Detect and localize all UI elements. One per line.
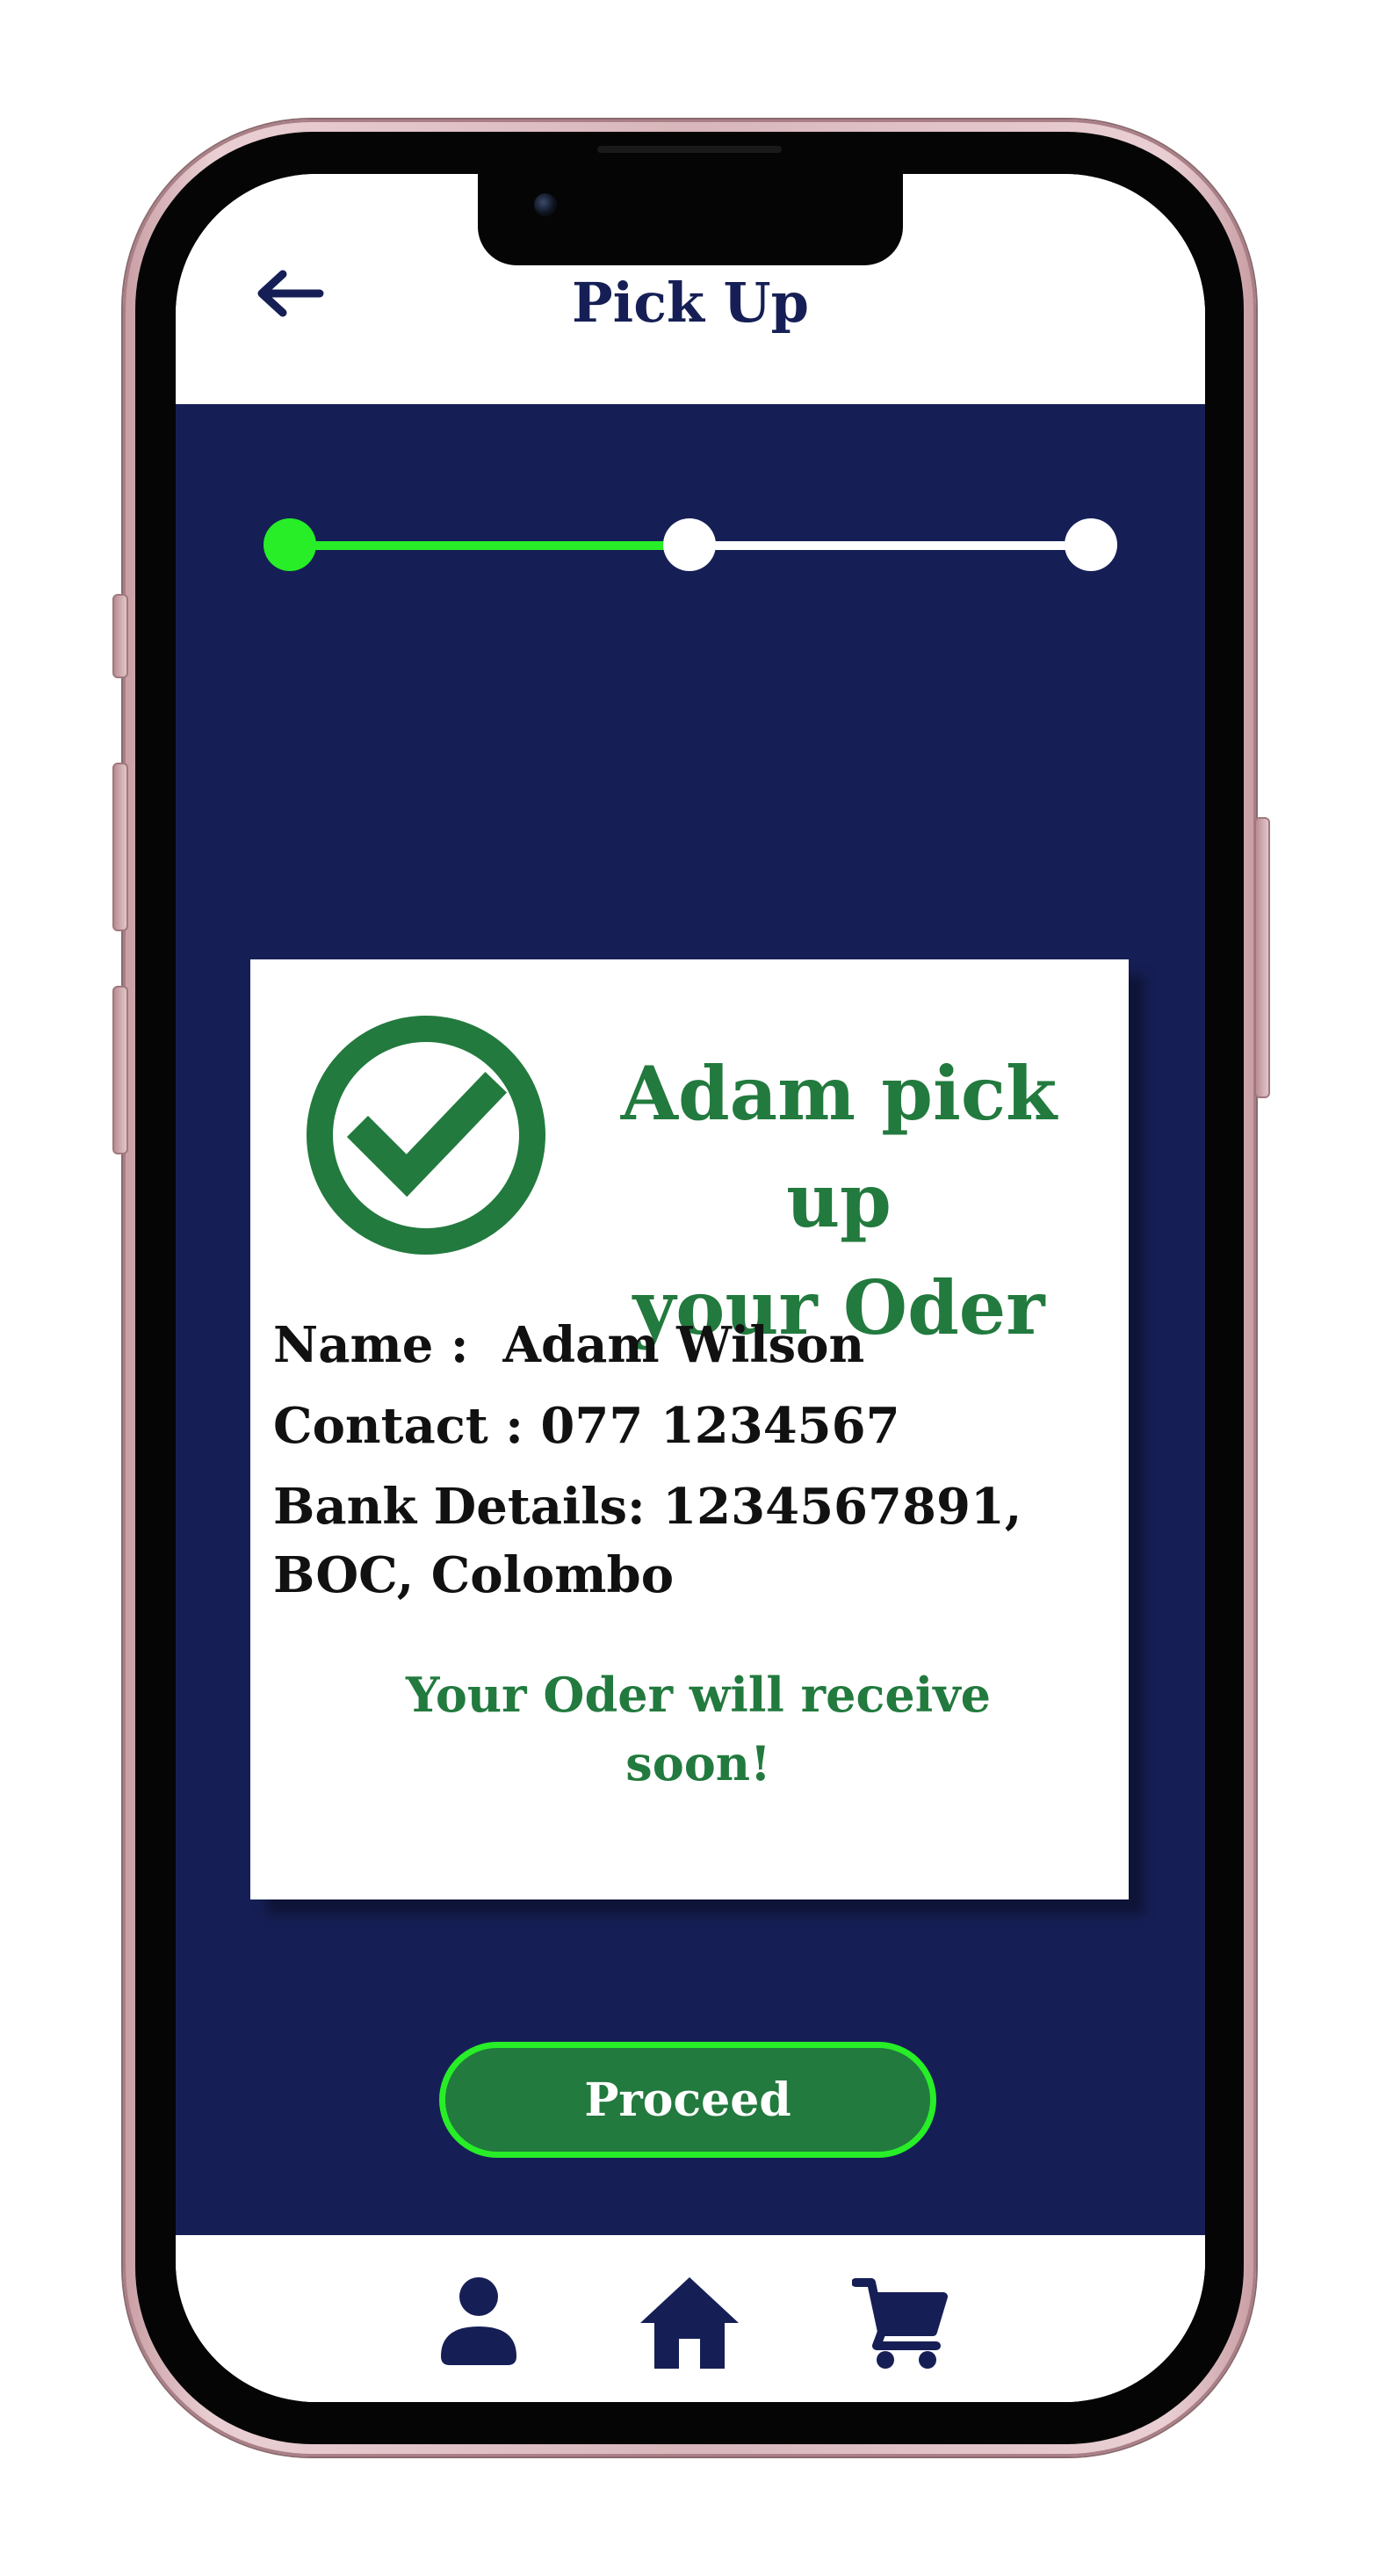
detail-contact-value: 077 1234567 [540,1397,900,1455]
detail-name-label: Name : [273,1316,469,1374]
detail-bank-label: Bank Details: [273,1478,646,1536]
nav-home[interactable] [637,2274,742,2370]
detail-bank: Bank Details: 1234567891, BOC, Colombo [273,1473,1116,1610]
phone-earpiece [597,146,782,153]
phone-notch [478,174,903,265]
home-icon [640,2277,739,2369]
step-1-dot [264,518,316,571]
nav-profile[interactable] [439,2274,518,2370]
stepper-line-pending [676,541,1089,550]
pickup-confirmation-card: Adam pick up your Oder Name : Adam Wilso… [250,959,1129,1899]
headline-line-1: Adam pick up [620,1050,1058,1244]
page-title: Pick Up [572,271,809,335]
notice-line-2: soon! [625,1735,771,1791]
proceed-button[interactable]: Proceed [439,2042,936,2158]
notice-line-1: Your Oder will receive [406,1667,991,1723]
stepper-line-completed [290,541,676,550]
detail-contact-label: Contact : [273,1397,523,1455]
phone-power-button [1254,817,1270,1098]
detail-name-value: Adam Wilson [502,1316,865,1374]
phone-volume-down-button [112,986,128,1154]
delivery-notice: Your Oder will receive soon! [338,1661,1058,1798]
step-2-dot [663,518,716,571]
progress-stepper [264,518,1124,571]
user-icon [441,2277,516,2365]
check-circle-icon [307,1016,545,1255]
app-screen: Pick Up Adam pick up your Oder Name: Ad… [176,174,1205,2402]
main-content: Adam pick up your Oder Name : Adam Wilso… [176,404,1205,2235]
front-camera [534,193,557,216]
cart-icon [851,2278,948,2369]
phone-volume-up-button [112,763,128,931]
detail-name: Name : Adam Wilson [273,1311,1116,1379]
bottom-navigation [176,2235,1205,2402]
detail-contact: Contact : 077 1234567 [273,1392,1116,1460]
phone-silent-switch [112,594,128,678]
step-3-dot [1065,518,1117,571]
pickup-details: Name : Adam Wilson Contact : 077 1234567… [273,1311,1116,1622]
nav-cart[interactable] [851,2274,949,2370]
